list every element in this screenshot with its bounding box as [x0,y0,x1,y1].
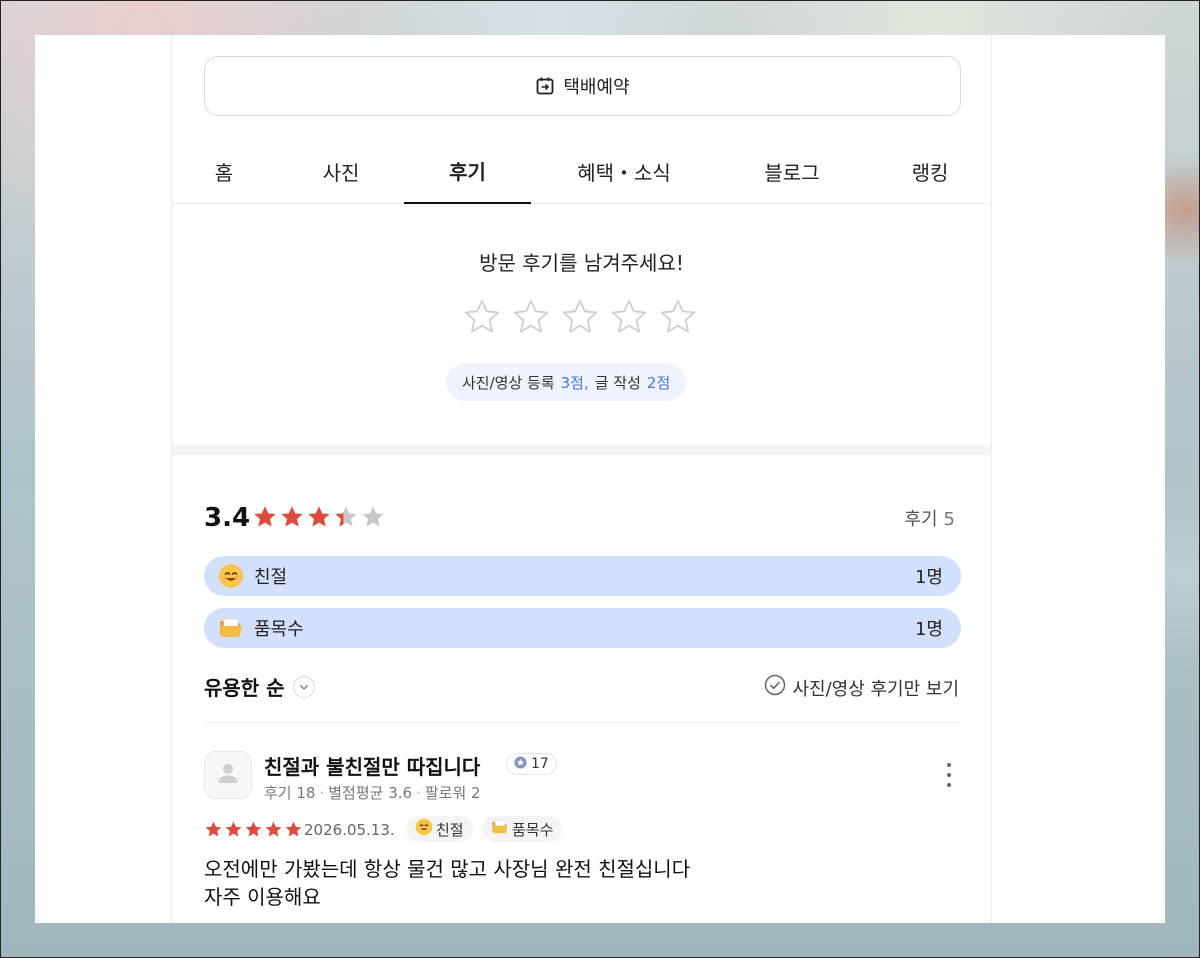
list-divider [204,722,961,723]
tab-bar: 홈 사진 후기 혜택・소식 블로그 랭킹 [172,139,991,204]
open-folder-icon [491,818,509,840]
rating-star-icon [284,820,303,843]
open-folder-icon [218,615,244,641]
review-points-info: 사진/영상 등록 3점, 글 작성 2점 [446,363,687,401]
tab-blog[interactable]: 블로그 [742,139,842,204]
average-rating-stars [252,504,386,534]
tab-benefits-news[interactable]: 혜택・소식 [554,139,694,204]
keyword-label: 친절 [254,567,288,588]
review-text-line: 오전에만 가봤는데 항상 물건 많고 사장님 완전 친절십니다 [204,857,691,881]
rating-star-icon [360,504,386,534]
more-options-icon[interactable] [945,763,953,787]
keyword-bar-kindness[interactable]: 친절 1명 [204,556,961,596]
rating-star-icon [264,820,283,843]
sort-dropdown[interactable]: 유용한 순 [204,672,315,701]
review-text-line: 자주 이용해요 [204,885,321,909]
review-count-number: 5 [943,509,955,530]
keyword-count: 1명 [914,619,943,640]
tab-ranking[interactable]: 랭킹 [890,139,970,204]
chip-label: 친절 [436,820,464,839]
section-divider [172,445,991,455]
place-review-panel: 택배예약 홈 사진 후기 혜택・소식 블로그 랭킹 방문 후기를 남겨주세요! … [171,35,992,923]
delivery-reservation-button[interactable]: 택배예약 [204,56,961,116]
review-body: 오전에만 가봤는데 항상 물건 많고 사장님 완전 친절십니다 자주 이용해요 [204,855,690,911]
review-keyword-chip: 품목수 [482,816,563,842]
rating-star-3[interactable] [560,297,600,341]
photo-points-value: 3점, [560,373,589,392]
keyword-label: 품목수 [254,619,304,640]
reviewer-average-rating: 별점평균 3.6 [328,784,413,802]
review-count: 후기 5 [904,505,955,531]
tab-home[interactable]: 홈 [194,139,254,204]
smiling-face-icon [218,563,244,589]
reviewer-avatar[interactable] [204,751,252,799]
photo-review-filter-toggle[interactable]: 사진/영상 후기만 보기 [764,674,959,701]
tab-reviews[interactable]: 후기 [404,139,531,204]
chip-label: 품목수 [512,820,554,839]
rating-input-stars [462,297,698,341]
calendar-arrow-icon [535,76,555,96]
keyword-bar-item-variety[interactable]: 품목수 1명 [204,608,961,648]
review-keyword-chip: 친절 [406,816,473,842]
rating-star-2[interactable] [511,297,551,341]
rating-star-icon [252,504,278,534]
review-date: 2026.05.13. [304,821,395,839]
check-circle-icon [764,674,786,701]
sort-label: 유용한 순 [204,676,285,700]
reviewer-name[interactable]: 친절과 불친절만 따집니다 [264,751,480,780]
review-count-label: 후기 [904,509,938,530]
user-placeholder-icon [215,760,241,790]
smiling-face-icon [415,818,433,840]
photo-points-label: 사진/영상 등록 [462,373,555,392]
level-icon [514,756,527,773]
level-number: 17 [531,756,549,772]
rating-star-icon [333,504,359,534]
screenshot-sheet: 택배예약 홈 사진 후기 혜택・소식 블로그 랭킹 방문 후기를 남겨주세요! … [35,35,1165,923]
photo-filter-label: 사진/영상 후기만 보기 [792,678,959,700]
write-review-prompt: 방문 후기를 남겨주세요! [479,251,684,275]
rating-star-1[interactable] [462,297,502,341]
rating-star-icon [224,820,243,843]
reviewer-level-badge: 17 [506,753,557,775]
reviewer-followers: 팔로워 2 [424,784,481,802]
review-rating-stars [204,820,303,843]
rating-star-icon [244,820,263,843]
rating-star-icon [306,504,332,534]
average-rating: 3.4 [204,503,251,533]
chevron-down-icon [292,675,315,698]
reviewer-stats: 후기 18 · 별점평균 3.6 · 팔로워 2 [264,784,481,802]
delivery-reservation-label: 택배예약 [563,77,630,98]
keyword-count: 1명 [914,567,943,588]
tab-photos[interactable]: 사진 [306,139,376,204]
rating-star-4[interactable] [609,297,649,341]
text-points-value: 2점 [646,373,671,392]
rating-star-icon [204,820,223,843]
text-points-label: 글 작성 [594,373,641,392]
reviewer-review-count: 후기 18 [264,784,316,802]
rating-star-icon [279,504,305,534]
rating-star-5[interactable] [658,297,698,341]
